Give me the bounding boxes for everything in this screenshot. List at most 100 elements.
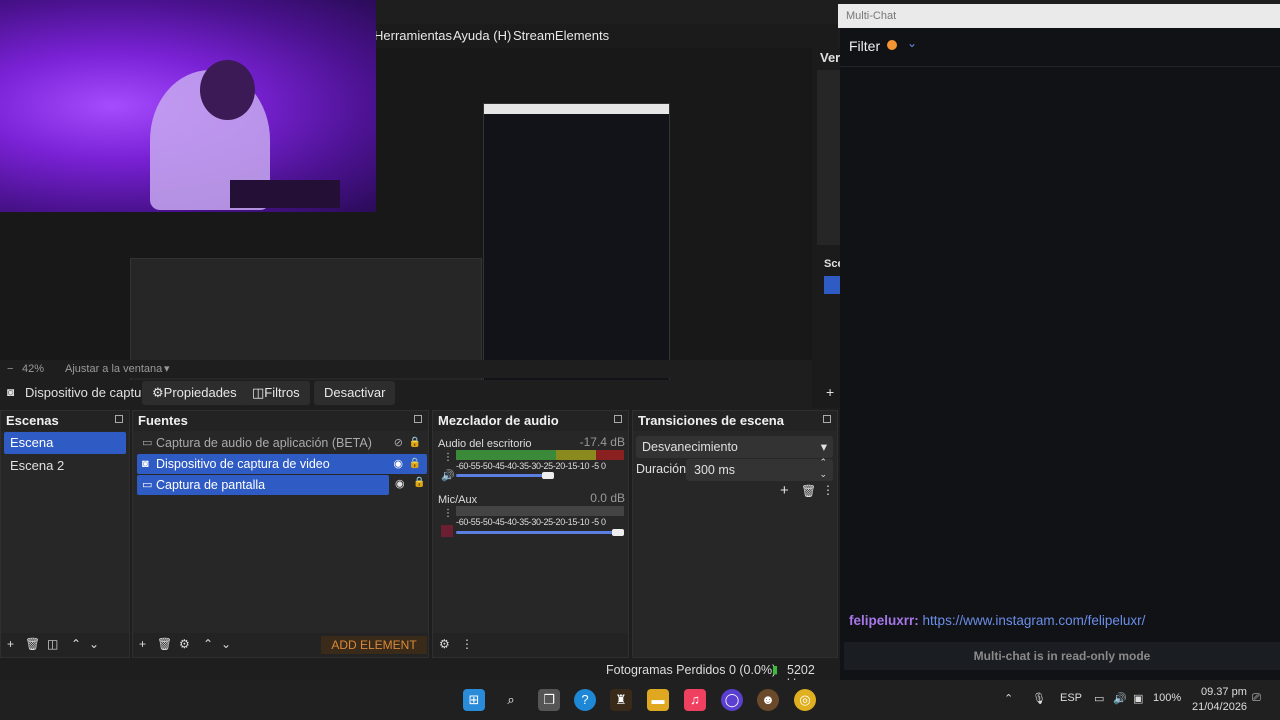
add-source-icon[interactable]: +	[139, 637, 146, 651]
selected-source-label: Dispositivo de captur	[25, 385, 146, 400]
source-row-screen[interactable]: ▭ Captura de pantalla	[137, 475, 389, 495]
audio-mixer-dock: Mezclador de audio Audio del escritorio …	[432, 410, 629, 658]
search-icon[interactable]: ⌕	[500, 689, 522, 711]
folder-icon[interactable]: ▬	[647, 689, 669, 711]
trash-icon[interactable]: 🗑	[157, 637, 172, 651]
channel-name: Mic/Aux	[438, 494, 478, 506]
scenes-dock: Escenas Escena Escena 2 + 🗑 ◫ ⌃ ⌄	[0, 410, 130, 658]
windows-start-icon[interactable]: ⊞	[463, 689, 485, 711]
kebab-icon[interactable]: ⋮	[443, 452, 453, 463]
gear-icon: ⚙	[152, 385, 164, 400]
battery-icon[interactable]: ▣	[1133, 692, 1143, 705]
lock-icon[interactable]: 🔒	[409, 454, 421, 474]
scene-item-escena-2[interactable]: Escena 2	[4, 455, 126, 477]
kebab-icon[interactable]: ⋮	[822, 483, 834, 497]
filter-label[interactable]: Filter	[849, 38, 880, 54]
transition-select[interactable]: Desvanecimiento ▾	[636, 436, 833, 458]
zoom-fit-select[interactable]: Ajustar a la ventana	[65, 363, 162, 375]
eye-icon[interactable]: ◉	[393, 454, 403, 474]
menu-streamelements[interactable]: StreamElements	[513, 28, 609, 43]
sources-dock: Fuentes ▭ Captura de audio de aplicación…	[132, 410, 429, 658]
transitions-title: Transiciones de escena	[633, 411, 837, 431]
clock-date[interactable]: 21/04/2026	[1192, 701, 1247, 713]
float-icon[interactable]	[414, 415, 422, 423]
lock-icon[interactable]: 🔒	[409, 433, 421, 453]
float-icon[interactable]	[823, 415, 831, 423]
notification-icon[interactable]: ⎚	[1252, 692, 1261, 705]
chevron-down-icon[interactable]: ⌄	[907, 36, 917, 50]
add-element-button[interactable]: ADD ELEMENT	[321, 636, 427, 654]
scene-item-escena[interactable]: Escena	[4, 432, 126, 454]
partial-label-a: Ver	[820, 50, 841, 65]
speaker-icon[interactable]: 🔊	[1113, 692, 1127, 705]
source-row-audio[interactable]: ▭ Captura de audio de aplicación (BETA) …	[137, 433, 427, 453]
volume-knob[interactable]	[612, 529, 624, 536]
chevron-up-icon[interactable]: ⌃	[203, 637, 213, 651]
lock-icon[interactable]: 🔒	[413, 477, 425, 488]
network-icon[interactable]: ▭	[1094, 692, 1104, 705]
mixer-footer: ⚙ ⋮	[433, 633, 628, 657]
properties-button[interactable]: ⚙Propiedades	[142, 381, 247, 405]
chevron-down-icon: ▾	[820, 440, 827, 454]
eye-hidden-icon[interactable]: ⊘	[394, 433, 403, 453]
duration-input[interactable]: 300 ms ⌃ ⌄	[686, 456, 833, 481]
app-icon[interactable]: ♜	[610, 689, 632, 711]
scenes-title: Escenas	[1, 411, 129, 431]
kebab-icon[interactable]: ⋮	[443, 508, 453, 519]
dropped-frames: Fotogramas Perdidos 0 (0.0%)	[606, 663, 777, 677]
separator	[840, 66, 1280, 67]
channel-name: Audio del escritorio	[438, 438, 532, 450]
deactivate-button[interactable]: Desactivar	[314, 381, 396, 405]
clock-time[interactable]: 09.37 pm	[1201, 686, 1247, 698]
volume-slider[interactable]	[456, 531, 618, 534]
chrome-icon[interactable]: ◎	[794, 689, 816, 711]
trash-icon[interactable]: 🗑	[25, 637, 40, 651]
help-icon[interactable]: ?	[574, 689, 596, 711]
source-row-video[interactable]: ◙ Dispositivo de captura de video ◉ 🔒	[137, 454, 427, 474]
channel-db: -17.4 dB	[579, 435, 625, 449]
chevron-up-icon[interactable]: ⌃	[71, 637, 81, 651]
chat-link[interactable]: https://www.instagram.com/felipeluxr/	[923, 613, 1146, 628]
gear-icon[interactable]: ⚙	[179, 637, 190, 651]
chevron-down-icon[interactable]: ⌄	[221, 637, 231, 651]
filter-icon[interactable]: ◫	[47, 637, 58, 651]
camera-icon: ◙	[142, 458, 149, 470]
webcam-overlay	[0, 0, 376, 212]
settings-icon[interactable]: ⚙	[439, 637, 450, 651]
person-head	[200, 60, 255, 120]
eye-icon[interactable]: ◉	[395, 477, 405, 490]
menu-herramientas[interactable]: Herramientas	[374, 28, 452, 43]
chevron-down-icon[interactable]: ⌄	[89, 637, 99, 651]
filters-button[interactable]: ◫Filtros	[242, 381, 310, 405]
add-scene-icon[interactable]: +	[7, 637, 14, 651]
filter-icon: ◫	[252, 385, 265, 400]
language-indicator[interactable]: ESP	[1060, 692, 1082, 704]
zoom-out-button[interactable]: −	[7, 363, 13, 375]
platform-dot-icon	[887, 40, 897, 50]
volume-meter	[456, 450, 624, 460]
plus-icon[interactable]: +	[826, 384, 834, 400]
float-icon[interactable]	[115, 415, 123, 423]
speaker-icon[interactable]: 🔊	[441, 469, 455, 482]
kebab-icon[interactable]: ⋮	[461, 637, 473, 651]
spin-icon[interactable]: ⌃ ⌄	[819, 456, 827, 480]
chevron-up-icon[interactable]: ⌃	[1004, 692, 1013, 705]
mixer-title: Mezclador de audio	[433, 411, 628, 431]
volume-slider[interactable]	[456, 474, 551, 477]
muted-mic-icon[interactable]	[441, 525, 453, 537]
obs-icon[interactable]: ◯	[721, 689, 743, 711]
battery-percent: 100%	[1153, 692, 1182, 704]
mic-icon[interactable]: 🎙	[1032, 692, 1046, 705]
music-icon[interactable]: ♫	[684, 689, 706, 711]
float-icon[interactable]	[614, 415, 622, 423]
chevron-down-icon[interactable]: ▾	[164, 362, 170, 375]
streamer-app-icon[interactable]: ☻	[757, 689, 779, 711]
trash-icon[interactable]: 🗑	[801, 484, 816, 498]
multichat-window: Filter ⌄ felipeluxrr: https://www.instag…	[840, 28, 1280, 680]
volume-knob[interactable]	[542, 472, 554, 479]
transitions-dock: Transiciones de escena Desvanecimiento ▾…	[632, 410, 838, 658]
plus-icon[interactable]: +	[780, 482, 789, 499]
signal-icon: ▮	[772, 664, 779, 676]
menu-ayuda[interactable]: Ayuda (H)	[453, 28, 511, 43]
task-view-icon[interactable]: ❐	[538, 689, 560, 711]
